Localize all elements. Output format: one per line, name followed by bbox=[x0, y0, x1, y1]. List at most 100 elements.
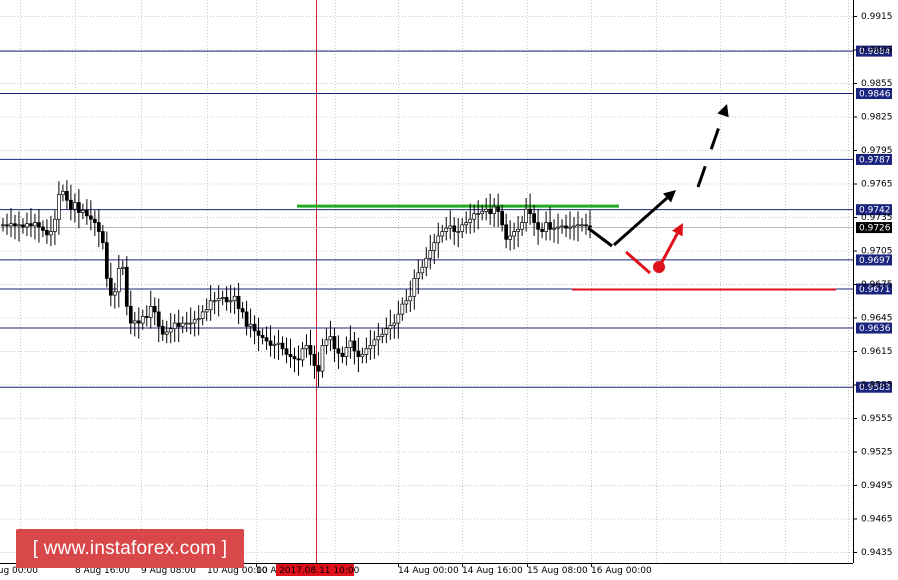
candle-body bbox=[33, 222, 37, 227]
y-tick-label: 0.9645 bbox=[861, 314, 893, 324]
candle-body bbox=[512, 231, 516, 237]
candle-body bbox=[164, 331, 169, 335]
candle-body bbox=[296, 358, 301, 361]
candle-body bbox=[384, 328, 389, 335]
candle-body bbox=[152, 305, 157, 313]
candle-body bbox=[556, 226, 560, 229]
y-tick-label: 0.9435 bbox=[861, 548, 893, 558]
candle-body bbox=[184, 322, 189, 325]
candle-body bbox=[468, 218, 473, 223]
candle-body bbox=[248, 323, 253, 327]
candle-body bbox=[376, 336, 381, 341]
level-label: 0.9636 bbox=[859, 324, 891, 334]
instaforex-watermark: [ www.instaforex.com ] bbox=[16, 529, 244, 568]
candle-body bbox=[192, 319, 197, 324]
candle-body bbox=[300, 348, 305, 361]
candle-body bbox=[352, 340, 357, 352]
candle-body bbox=[380, 333, 385, 337]
forecast-black-continuation-shaft bbox=[696, 114, 725, 188]
candle-body bbox=[77, 202, 81, 213]
candle-body bbox=[368, 345, 373, 350]
candle-body bbox=[65, 190, 69, 201]
candle-body bbox=[148, 305, 153, 318]
candle-body bbox=[256, 330, 261, 336]
candle-body bbox=[61, 190, 65, 196]
candle-body bbox=[260, 335, 265, 338]
candle-body bbox=[316, 365, 321, 372]
candle-body bbox=[85, 209, 89, 217]
x-tick-label: 14 Aug 16:00 bbox=[462, 566, 523, 576]
candle-body bbox=[496, 206, 501, 212]
candle-body bbox=[552, 227, 556, 230]
candle-body bbox=[340, 352, 345, 357]
candle-body bbox=[572, 225, 576, 228]
candle-body bbox=[228, 300, 233, 303]
candle-body bbox=[264, 337, 269, 342]
candle-body bbox=[388, 324, 393, 330]
candle-body bbox=[168, 328, 173, 333]
candle-body bbox=[73, 202, 77, 210]
candle-body bbox=[324, 339, 329, 346]
candle-body bbox=[9, 223, 13, 227]
candle-body bbox=[432, 242, 437, 251]
y-tick-label: 0.9495 bbox=[861, 481, 893, 491]
x-tick-label: 15 Aug 08:00 bbox=[527, 566, 588, 576]
candle-body bbox=[488, 208, 493, 215]
forecast-red-down bbox=[625, 250, 651, 275]
candle-body bbox=[364, 348, 369, 355]
candle-body bbox=[460, 224, 465, 232]
candle-body bbox=[120, 266, 125, 269]
candle-body bbox=[544, 222, 548, 232]
level-label: 0.9787 bbox=[859, 155, 891, 165]
candle-body bbox=[116, 268, 121, 293]
candle-body bbox=[532, 213, 536, 223]
candle-body bbox=[348, 340, 353, 349]
forecast-red-dot bbox=[653, 261, 665, 273]
candle-body bbox=[508, 235, 512, 240]
candle-body bbox=[156, 311, 161, 327]
candle-body bbox=[292, 356, 297, 360]
candle-body bbox=[524, 208, 528, 223]
candle-body bbox=[96, 222, 101, 232]
candle-body bbox=[212, 300, 217, 303]
time-cursor-label: 2017.08.11 10:00 bbox=[279, 566, 360, 576]
candle-body bbox=[456, 231, 461, 233]
candle-body bbox=[92, 218, 97, 223]
y-tick-label: 0.9465 bbox=[861, 515, 893, 525]
forecast-black-up-shaft bbox=[613, 196, 669, 247]
candle-body bbox=[57, 194, 61, 220]
candle-body bbox=[400, 303, 405, 315]
candle-body bbox=[49, 231, 53, 236]
candle-body bbox=[584, 224, 588, 227]
candle-body bbox=[476, 213, 481, 215]
candle-body bbox=[252, 323, 257, 332]
candle-body bbox=[272, 343, 277, 346]
candle-body bbox=[180, 322, 185, 327]
candle-body bbox=[69, 199, 73, 210]
level-label: 0.9697 bbox=[859, 256, 891, 266]
candle-body bbox=[240, 308, 245, 313]
candle-body bbox=[500, 211, 504, 226]
y-tick-label: 0.9765 bbox=[861, 180, 893, 190]
candle-body bbox=[216, 298, 221, 302]
candle-body bbox=[576, 224, 580, 227]
candle-body bbox=[344, 347, 349, 357]
y-tick-label: 0.9825 bbox=[861, 113, 893, 123]
forex-chart: 0.98840.98460.97870.97420.96970.96710.96… bbox=[0, 0, 893, 576]
candle-body bbox=[416, 272, 421, 279]
candle-body bbox=[440, 231, 445, 237]
candle-body bbox=[504, 224, 508, 240]
candle-body bbox=[13, 223, 17, 227]
candle-body bbox=[320, 345, 325, 372]
candle-body bbox=[420, 266, 425, 274]
y-tick-label: 0.9885 bbox=[861, 46, 893, 56]
candle-body bbox=[224, 297, 229, 303]
candle-body bbox=[564, 225, 568, 229]
current-price-label: 0.9726 bbox=[859, 224, 891, 234]
candle-body bbox=[108, 278, 113, 296]
candle-body bbox=[560, 225, 564, 228]
candle-body bbox=[276, 342, 281, 345]
candle-body bbox=[412, 278, 417, 297]
y-tick-label: 0.9705 bbox=[861, 247, 893, 257]
candle-body bbox=[208, 300, 213, 311]
